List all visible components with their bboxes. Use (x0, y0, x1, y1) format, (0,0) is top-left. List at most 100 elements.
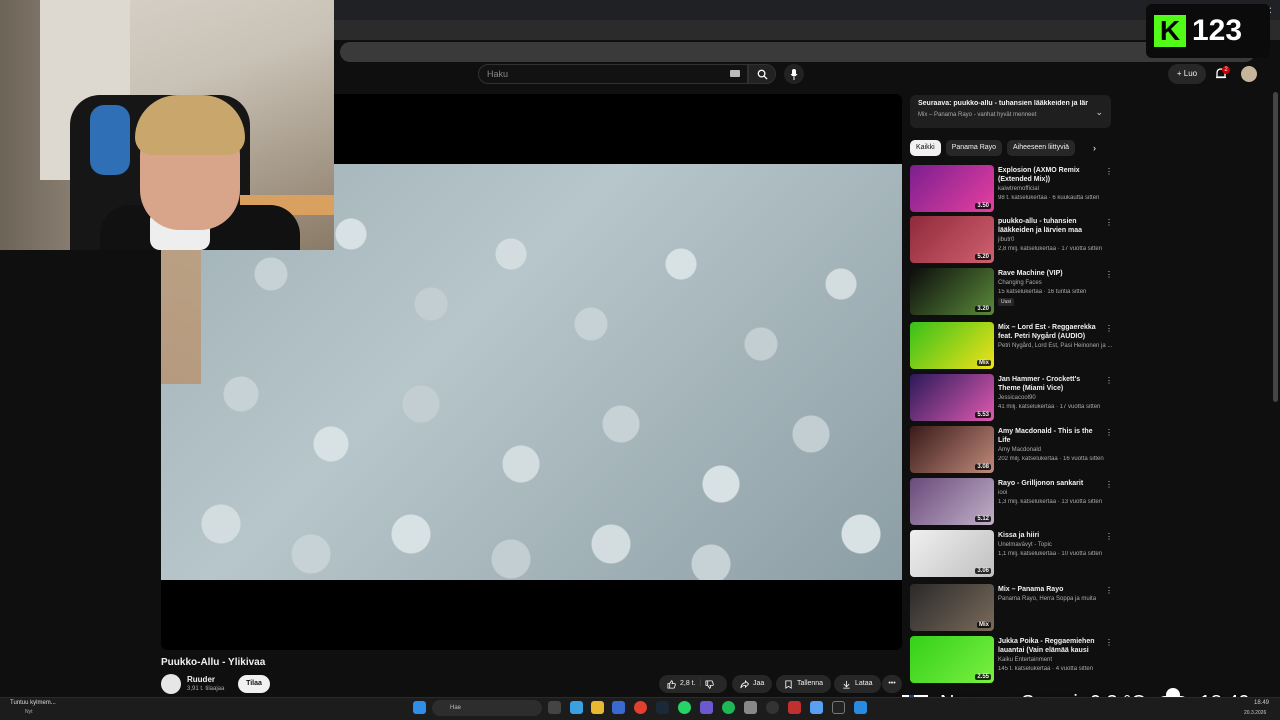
more-vertical-icon[interactable]: ⋮ (1105, 376, 1113, 385)
taskbar-weather-text[interactable]: Tuntuu kylmem... (10, 700, 56, 706)
whatsapp-icon[interactable] (678, 701, 691, 714)
more-vertical-icon[interactable]: ⋮ (1105, 167, 1113, 176)
up-next-panel[interactable]: Seuraava: puukko-allu - tuhansien lääkke… (910, 95, 1111, 128)
chip-panama-rayo[interactable]: Panama Rayo (945, 140, 1003, 156)
recommendation-item[interactable]: 3.20 Rave Machine (VIP) Changing Faces 15 k… (910, 268, 1113, 318)
video-meta: 15 katselukertaa · 16 tuntia sitten (998, 289, 1087, 295)
recommendation-item[interactable]: 2.55 Jukka Poika - Reggaemiehen lauantai … (910, 636, 1113, 686)
search-button[interactable] (748, 64, 776, 84)
channel-name[interactable]: jibutr0 (998, 237, 1014, 243)
channel-name[interactable]: kaiwtremofficial (998, 186, 1039, 192)
download-button[interactable]: Lataa (834, 675, 881, 693)
up-next-subtitle: Mix – Panama Rayo - vanhat hyvät menneet (918, 112, 1037, 118)
channel-name[interactable]: iooi (998, 490, 1007, 496)
video-thumbnail[interactable]: 5.20 (910, 216, 994, 263)
video-title[interactable]: puukko-allu - tuhansien lääkkeiden ja lä… (998, 217, 1103, 235)
video-thumbnail[interactable]: 5.53 (910, 374, 994, 421)
duration-badge: Mix (976, 360, 991, 366)
video-thumbnail[interactable]: 3.50 (910, 165, 994, 212)
channel-name[interactable]: Amy Macdonald (998, 447, 1041, 453)
video-thumbnail[interactable]: Mix (910, 322, 994, 369)
app-icon[interactable] (700, 701, 713, 714)
video-thumbnail[interactable]: 3.20 (910, 268, 994, 315)
duration-badge: 5.20 (975, 254, 991, 260)
video-thumbnail[interactable]: 3.08 (910, 426, 994, 473)
recommendation-item[interactable]: Mix Mix – Panama Rayo Panama Rayo, Herra S… (910, 584, 1113, 634)
thumbs-down-icon[interactable] (705, 679, 715, 689)
capcut-icon[interactable] (832, 701, 845, 714)
chip-related[interactable]: Aiheeseen liittyviä (1007, 140, 1076, 156)
video-thumbnail[interactable]: 5.12 (910, 478, 994, 525)
video-thumbnail[interactable]: Mix (910, 584, 994, 631)
recommendation-item[interactable]: 3.06 Kissa ja hiiri Unelmavävyt - Topic 1,1… (910, 530, 1113, 580)
keyboard-icon[interactable] (730, 70, 740, 77)
channel-name[interactable]: Jessicacool90 (998, 395, 1036, 401)
app-icon-2[interactable] (744, 701, 757, 714)
search-input[interactable]: Haku (478, 64, 748, 84)
channel-name[interactable]: Kaiku Entertainment (998, 657, 1052, 663)
steam-icon[interactable] (656, 701, 669, 714)
recommendation-item[interactable]: 3.08 Amy Macdonald - This is the Life Amy … (910, 426, 1113, 476)
address-bar[interactable] (340, 42, 1255, 62)
recommendation-item[interactable]: 5.12 Rayo - Grilljonon sankarit iooi 1,3 mi… (910, 478, 1113, 528)
spotify-icon[interactable] (722, 701, 735, 714)
video-title[interactable]: Kissa ja hiiri (998, 531, 1103, 540)
channel-name[interactable]: Ruuder (187, 675, 215, 684)
share-button[interactable]: Jaa (732, 675, 773, 693)
like-count[interactable]: 2,8 t. (680, 675, 696, 693)
channel-name[interactable]: Changing Faces (998, 280, 1042, 286)
save-button[interactable]: Tallenna (776, 675, 832, 693)
more-vertical-icon[interactable]: ⋮ (1105, 586, 1113, 595)
app-icon-5[interactable] (854, 701, 867, 714)
edge-icon[interactable] (570, 701, 583, 714)
recommendation-item[interactable]: 5.53 Jan Hammer - Crockett's Theme (Miami… (910, 374, 1113, 424)
page-scrollbar[interactable] (1273, 92, 1278, 402)
video-title[interactable]: Explosion (AXMO Remix (Extended Mix)) (998, 166, 1103, 184)
outlook-icon[interactable] (612, 701, 625, 714)
channel-avatar[interactable] (161, 674, 181, 694)
app-icon-3[interactable] (788, 701, 801, 714)
windows-start-icon[interactable] (413, 701, 426, 714)
recommendation-item[interactable]: Mix Mix – Lord Est - Reggaerekka feat. Pe… (910, 322, 1113, 372)
file-explorer-icon[interactable] (591, 701, 604, 714)
chevron-right-icon[interactable]: › (1093, 143, 1096, 153)
taskbar-clock[interactable]: 18.49 (1254, 700, 1269, 706)
more-vertical-icon[interactable]: ⋮ (1105, 638, 1113, 647)
video-title[interactable]: Jan Hammer - Crockett's Theme (Miami Vic… (998, 375, 1103, 393)
recommendation-item[interactable]: 5.20 puukko-allu - tuhansien lääkkeiden j… (910, 216, 1113, 266)
app-icon-4[interactable] (810, 701, 823, 714)
more-actions-button[interactable]: ••• (882, 675, 902, 693)
more-vertical-icon[interactable]: ⋮ (1105, 218, 1113, 227)
video-title[interactable]: Mix – Panama Rayo (998, 585, 1103, 594)
create-button[interactable]: + Luo (1168, 64, 1206, 84)
channel-name[interactable]: Petri Nygård, Lord Est, Pasi Heinonen ja… (998, 343, 1112, 349)
recommendation-item[interactable]: 3.50 Explosion (AXMO Remix (Extended Mix)… (910, 165, 1113, 215)
chevron-down-icon[interactable]: ⌄ (1095, 107, 1103, 118)
task-view-icon[interactable] (548, 701, 561, 714)
more-vertical-icon[interactable]: ⋮ (1105, 324, 1113, 333)
more-vertical-icon[interactable]: ⋮ (1105, 270, 1113, 279)
video-thumbnail[interactable]: 3.06 (910, 530, 994, 577)
chrome-icon[interactable] (634, 701, 647, 714)
video-title[interactable]: Jukka Poika - Reggaemiehen lauantai (Vai… (998, 637, 1103, 655)
video-title[interactable]: Amy Macdonald - This is the Life (998, 427, 1103, 445)
taskbar-date[interactable]: 20.3.2026 (1244, 710, 1266, 716)
like-dislike-group: 2,8 t. | (659, 675, 727, 693)
channel-name[interactable]: Unelmavävyt - Topic (998, 542, 1052, 548)
more-vertical-icon[interactable]: ⋮ (1105, 532, 1113, 541)
video-title[interactable]: Mix – Lord Est - Reggaerekka feat. Petri… (998, 323, 1103, 341)
chip-all[interactable]: Kaikki (910, 140, 941, 156)
video-meta: 41 milj. katselukertaa · 17 vuotta sitte… (998, 404, 1101, 410)
voice-search-button[interactable] (784, 64, 804, 84)
more-vertical-icon[interactable]: ⋮ (1105, 428, 1113, 437)
thumbs-up-icon[interactable] (667, 679, 676, 689)
subscribe-button[interactable]: Tilaa (238, 675, 270, 693)
more-vertical-icon[interactable]: ⋮ (1105, 480, 1113, 489)
video-thumbnail[interactable]: 2.55 (910, 636, 994, 683)
account-avatar[interactable] (1241, 66, 1257, 82)
channel-name[interactable]: Panama Rayo, Herra Soppa ja muita (998, 596, 1096, 602)
video-title[interactable]: Rayo - Grilljonon sankarit (998, 479, 1103, 488)
video-title[interactable]: Rave Machine (VIP) (998, 269, 1103, 278)
taskbar-search[interactable]: Hae (432, 700, 542, 716)
obs-icon[interactable] (766, 701, 779, 714)
